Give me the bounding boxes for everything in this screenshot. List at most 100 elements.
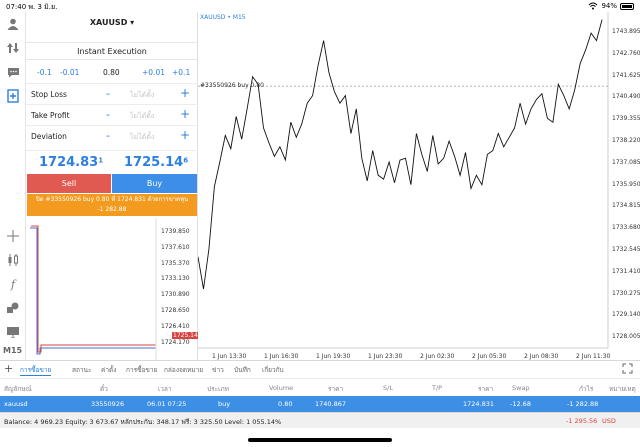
deviation-input[interactable]: ไม่ได้ตั้ง	[130, 132, 154, 143]
balance-summary: Balance: 4 969.23 Equity: 3 673.67 หลักป…	[4, 418, 282, 426]
stop-loss-minus-button[interactable]: -	[106, 87, 110, 100]
col-type[interactable]: ประเภท	[207, 384, 229, 394]
add-icon[interactable]: +	[4, 362, 13, 375]
price-axis-tick: 1729.140	[612, 311, 640, 319]
col-profit[interactable]: กำไร	[579, 384, 593, 394]
status-bar: 07:40 พ. 3 มิ.ย. 94%	[0, 0, 640, 12]
stop-loss-input[interactable]: ไม่ได้ตั้ง	[130, 90, 154, 101]
col-tp[interactable]: T/P	[432, 384, 442, 392]
tab-settings[interactable]: ค่าตั้ง	[101, 365, 116, 375]
close-notice-line1: ปิด #33550926 buy 0.80 ที่ 1724.831 ด้วย…	[35, 196, 189, 203]
timeframe-button[interactable]: M15	[3, 346, 22, 355]
row-symbol: xauusd	[4, 400, 28, 408]
left-toolbar: f M15	[0, 12, 26, 360]
row-volume: 0.80	[278, 400, 293, 408]
col-symbol[interactable]: สัญลักษณ์	[4, 384, 32, 394]
objects-icon[interactable]	[5, 300, 21, 316]
price-axis-tick: 1739.355	[612, 115, 640, 123]
row-type: buy	[218, 400, 231, 408]
account-icon[interactable]	[5, 16, 21, 32]
time-axis-tick: 1 Jun 19:30	[316, 353, 351, 360]
take-profit-minus-button[interactable]: -	[106, 108, 110, 121]
volume-plus-big-button[interactable]: +0.1	[172, 68, 190, 77]
stop-loss-label: Stop Loss	[31, 90, 67, 99]
chart-title: XAUUSD • M15	[200, 14, 246, 21]
volume-plus-small-button[interactable]: +0.01	[142, 68, 165, 77]
tab-journal[interactable]: บันทึก	[234, 365, 251, 375]
tab-news[interactable]: ข่าว	[212, 365, 224, 375]
col-swap[interactable]: Swap	[512, 384, 530, 392]
col-volume[interactable]: Volume	[269, 384, 293, 392]
mini-chart-tick: 1730.890	[161, 291, 190, 299]
main-chart[interactable]: XAUUSD • M15 #33550926 buy 0.80 1743.895…	[198, 12, 640, 360]
mini-chart-tick: 1733.130	[161, 275, 190, 283]
row-profit: -1 282.88	[567, 400, 599, 408]
price-axis-tick: 1734.815	[612, 202, 640, 210]
time-axis-tick: 2 Jun 05:30	[472, 353, 507, 360]
mini-ask-line	[31, 225, 156, 353]
mini-bid-line	[30, 227, 156, 355]
stop-loss-plus-button[interactable]: +	[180, 86, 190, 100]
symbol-selector[interactable]: XAUUSD ▾	[26, 18, 198, 27]
take-profit-row: Take Profit - ไม่ได้ตั้ง +	[26, 104, 198, 125]
new-order-icon[interactable]	[5, 88, 21, 104]
volume-input[interactable]: 0.80	[103, 68, 120, 77]
terminal-tabs: + การซื้อขาย สถานะ ค่าตั้ง การซื้อขาย กล…	[0, 360, 640, 376]
tab-about[interactable]: เกี่ยวกับ	[262, 365, 284, 375]
deviation-minus-button[interactable]: -	[106, 129, 110, 142]
row-time: 06.01 07:25	[147, 400, 187, 408]
mini-chart-tick: 1724.170	[161, 338, 190, 346]
time-axis-tick: 2 Jun 02:30	[420, 353, 455, 360]
chevron-down-icon: ▾	[130, 18, 135, 27]
tab-mailbox[interactable]: กล่องจดหมาย	[164, 365, 203, 375]
tab-status[interactable]: สถานะ	[72, 365, 92, 375]
price-axis-tick: 1742.760	[612, 49, 640, 57]
col-sl[interactable]: S/L	[383, 384, 393, 392]
status-indicators: 94%	[588, 2, 634, 10]
candles-icon[interactable]	[5, 252, 21, 268]
positions-table-header: สัญลักษณ์ ตั๋ว เวลา ประเภท Volume ราคา S…	[0, 378, 640, 396]
trade-arrows-icon[interactable]	[5, 40, 21, 56]
price-axis-tick: 1740.490	[612, 93, 640, 101]
price-axis-tick: 1735.950	[612, 180, 640, 188]
execution-type[interactable]: Instant Execution	[26, 42, 198, 60]
order-panel: XAUUSD ▾ Instant Execution -0.1 -0.01 0.…	[26, 12, 198, 217]
col-price[interactable]: ราคา	[328, 384, 343, 394]
table-row[interactable]: xauusd 33550926 06.01 07:25 buy 0.80 174…	[0, 396, 640, 412]
close-notice-line2: -1 282.88	[97, 206, 127, 213]
buy-button[interactable]: Buy	[112, 174, 197, 193]
take-profit-label: Take Profit	[31, 111, 70, 120]
chat-icon[interactable]	[5, 64, 21, 80]
tab-trade[interactable]: การซื้อขาย	[20, 365, 52, 376]
indicators-icon[interactable]: f	[5, 276, 21, 292]
deviation-row: Deviation - ไม่ได้ตั้ง +	[26, 125, 198, 146]
col-comment[interactable]: หมายเหตุ	[609, 384, 636, 394]
price-axis-tick: 1732.545	[612, 246, 640, 253]
volume-minus-small-button[interactable]: -0.01	[60, 68, 79, 77]
expand-icon[interactable]	[622, 363, 633, 376]
price-axis-tick: 1743.895	[612, 28, 640, 35]
volume-minus-big-button[interactable]: -0.1	[37, 68, 52, 77]
tab-history[interactable]: การซื้อขาย	[126, 365, 157, 375]
take-profit-plus-button[interactable]: +	[180, 107, 190, 121]
price-axis-tick: 1741.625	[612, 71, 640, 79]
row-swap: -12.68	[510, 400, 531, 408]
stop-loss-row: Stop Loss - ไม่ได้ตั้ง +	[26, 83, 198, 104]
price-axis-tick: 1737.085	[612, 158, 640, 166]
mini-chart-tick: 1726.410	[161, 322, 190, 330]
col-time[interactable]: เวลา	[158, 384, 172, 394]
crosshair-icon[interactable]	[5, 228, 21, 244]
bid-price: 1724.831	[39, 155, 104, 170]
col-ticket[interactable]: ตั๋ว	[100, 384, 108, 394]
chart-settings-icon[interactable]	[5, 324, 21, 340]
deviation-plus-button[interactable]: +	[180, 128, 190, 142]
take-profit-input[interactable]: ไม่ได้ตั้ง	[130, 111, 154, 122]
deviation-label: Deviation	[31, 132, 67, 141]
sell-button[interactable]: Sell	[27, 174, 111, 193]
volume-row: -0.1 -0.01 0.80 +0.01 +0.1	[26, 66, 198, 80]
row-ticket: 33550926	[91, 400, 125, 408]
battery-icon	[620, 2, 634, 10]
time-axis-tick: 1 Jun 16:30	[264, 353, 299, 360]
col-current-price[interactable]: ราคา	[478, 384, 493, 394]
mini-chart-tick: 1728.650	[161, 307, 190, 314]
